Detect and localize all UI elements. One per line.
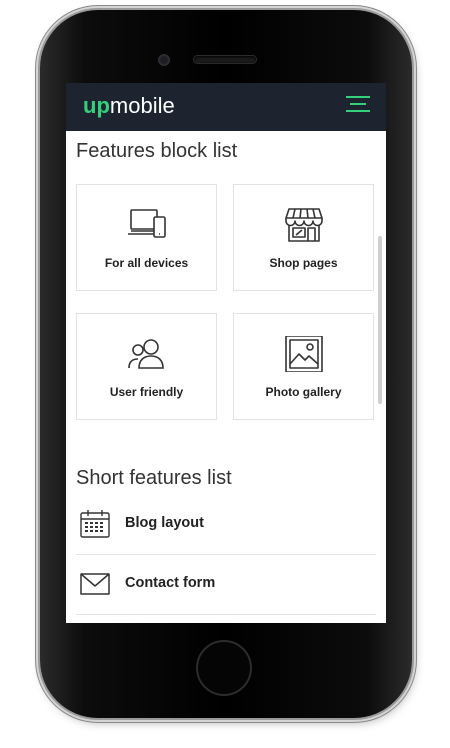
feature-card-shop[interactable]: Shop pages	[233, 184, 374, 291]
photo-icon	[284, 336, 323, 372]
feature-card-users[interactable]: User friendly	[76, 313, 217, 420]
feature-card-gallery[interactable]: Photo gallery	[233, 313, 374, 420]
list-item-blog[interactable]: Blog layout	[76, 495, 376, 555]
phone-screen: upmobile Features block list For all dev…	[66, 83, 386, 623]
volume-up-button	[35, 170, 39, 228]
feature-card-devices[interactable]: For all devices	[76, 184, 217, 291]
logo-prefix: up	[83, 93, 110, 118]
calendar-icon	[80, 510, 110, 538]
logo-suffix: mobile	[109, 93, 175, 118]
list-item-contact[interactable]: Contact form	[76, 555, 376, 615]
list-item-label: Contact form	[125, 575, 216, 591]
devices-icon	[127, 209, 166, 238]
envelope-icon	[80, 573, 110, 595]
users-icon	[127, 339, 164, 369]
feature-label: For all devices	[104, 256, 189, 270]
mute-switch	[35, 106, 39, 136]
feature-label: Photo gallery	[265, 385, 342, 399]
top-navigation-bar: upmobile	[66, 83, 386, 131]
home-button[interactable]	[196, 640, 252, 696]
list-item-label: Blog layout	[125, 515, 204, 531]
shop-icon	[284, 208, 323, 242]
features-block-title: Features block list	[76, 140, 238, 162]
front-camera	[158, 54, 170, 66]
earpiece-speaker	[194, 56, 256, 63]
volume-down-button	[35, 240, 39, 298]
short-features-title: Short features list	[76, 467, 232, 489]
scrollbar[interactable]	[378, 236, 382, 404]
hamburger-menu-icon[interactable]	[346, 96, 370, 116]
page-content: Features block list For all devices Shop…	[66, 131, 386, 623]
brand-logo[interactable]: upmobile	[83, 94, 175, 118]
feature-label: User friendly	[109, 385, 184, 399]
feature-label: Shop pages	[269, 256, 338, 270]
